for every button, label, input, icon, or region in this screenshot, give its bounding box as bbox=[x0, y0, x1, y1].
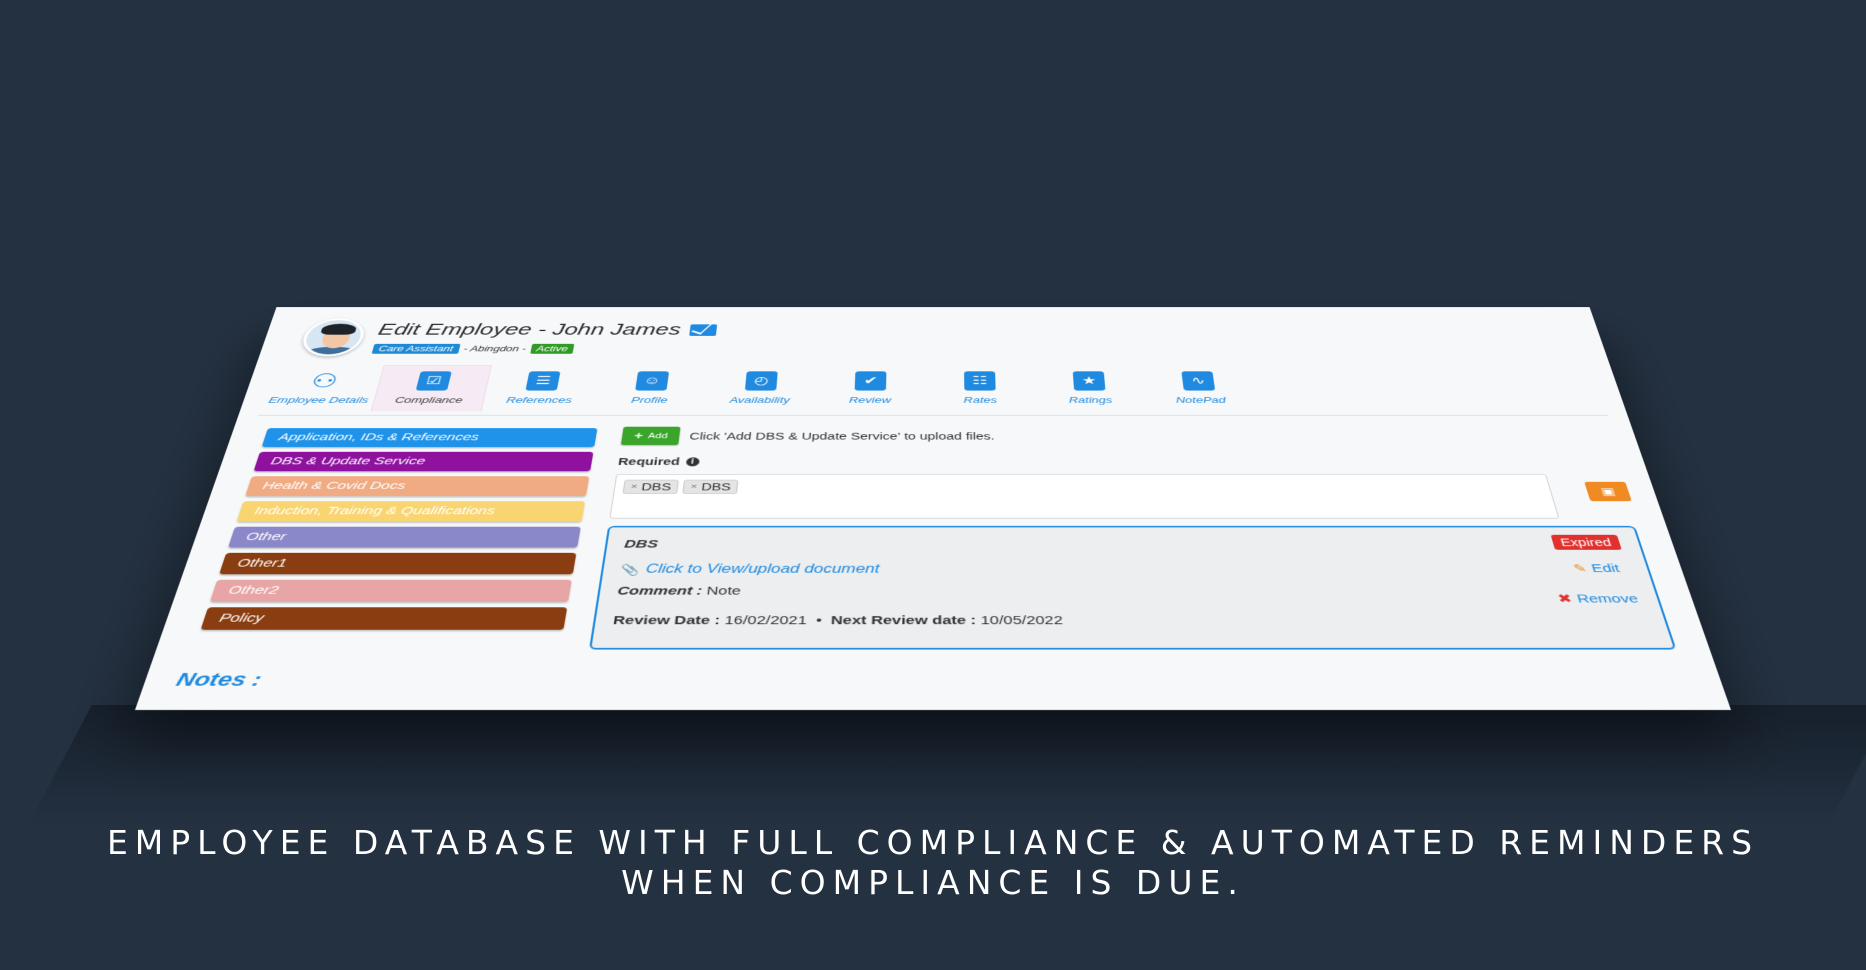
user-check-icon: ✔ bbox=[854, 371, 887, 391]
avatar-shirt bbox=[304, 346, 358, 357]
status-badge: Active bbox=[529, 343, 575, 354]
category-induction-training-qualifications[interactable]: Induction, Training & Qualifications bbox=[236, 501, 586, 522]
tag-chip[interactable]: × DBS bbox=[622, 479, 680, 494]
tag-label: DBS bbox=[640, 481, 672, 493]
envelope-icon[interactable] bbox=[689, 324, 718, 336]
profile-card-icon: ☺ bbox=[635, 371, 670, 391]
remove-link[interactable]: ✖ Remove bbox=[1556, 591, 1640, 606]
required-label-text: Required bbox=[617, 455, 681, 468]
view-upload-link-text: Click to View/upload document bbox=[644, 562, 880, 576]
tab-label: Profile bbox=[630, 395, 669, 405]
remove-link-text: Remove bbox=[1575, 591, 1640, 606]
role-badge: Care Assistant bbox=[371, 343, 461, 354]
calculator-icon: ☷ bbox=[964, 371, 996, 391]
expired-badge: Expired bbox=[1550, 534, 1622, 550]
person-info-icon: ⚇ bbox=[308, 370, 341, 392]
document-dates: Review Date : 16/02/2021 • Next Review d… bbox=[612, 614, 1649, 628]
tab-label: Employee Details bbox=[267, 395, 370, 405]
location-text: - Abingdon - bbox=[462, 344, 527, 353]
tab-review[interactable]: ✔ Review bbox=[814, 365, 925, 411]
category-dbs-update-service[interactable]: DBS & Update Service bbox=[253, 451, 594, 472]
employee-meta: Care Assistant - Abingdon - Active bbox=[371, 343, 716, 354]
notepad-icon: ∿ bbox=[1181, 371, 1216, 391]
compliance-panel: + Add Click 'Add DBS & Update Service' t… bbox=[588, 426, 1677, 650]
clock-icon: ◴ bbox=[744, 371, 778, 391]
tab-rates[interactable]: ☷ Rates bbox=[925, 365, 1036, 411]
tab-label: Rates bbox=[963, 395, 998, 405]
tab-ratings[interactable]: ★ Ratings bbox=[1034, 365, 1147, 411]
category-application-ids-references[interactable]: Application, IDs & References bbox=[261, 428, 598, 448]
required-label: Required i bbox=[617, 456, 1615, 467]
tab-label: Compliance bbox=[393, 395, 464, 405]
tab-profile[interactable]: ☺ Profile bbox=[592, 365, 708, 411]
tab-references[interactable]: ☰ References bbox=[481, 365, 600, 411]
title-block: Edit Employee - John James Care Assistan… bbox=[371, 321, 718, 354]
caption-line-1: EMPLOYEE DATABASE WITH FULL COMPLIANCE &… bbox=[106, 823, 1760, 862]
paperclip-icon: 📎 bbox=[619, 563, 641, 576]
tag-label: DBS bbox=[700, 481, 732, 493]
tab-label: Ratings bbox=[1068, 395, 1113, 405]
page-header: Edit Employee - John James Care Assistan… bbox=[296, 313, 719, 362]
review-date-value: 16/02/2021 bbox=[723, 613, 808, 628]
promo-caption: EMPLOYEE DATABASE WITH FULL COMPLIANCE &… bbox=[0, 823, 1866, 903]
avatar-hair bbox=[320, 323, 358, 335]
required-tags-input[interactable]: × DBS × DBS bbox=[609, 474, 1560, 519]
avatar[interactable] bbox=[297, 318, 369, 357]
tab-compliance[interactable]: ☑ Compliance bbox=[370, 365, 493, 412]
tab-label: Review bbox=[848, 395, 892, 405]
review-date-label: Review Date : bbox=[612, 613, 721, 628]
plus-icon: + bbox=[633, 430, 644, 442]
tab-availability[interactable]: ◴ Availability bbox=[703, 365, 817, 411]
tag-chip[interactable]: × DBS bbox=[682, 479, 739, 494]
app-screen: Edit Employee - John James Care Assistan… bbox=[135, 307, 1732, 710]
list-document-icon: ☰ bbox=[525, 371, 561, 391]
caption-line-2: WHEN COMPLIANCE IS DUE. bbox=[621, 863, 1245, 902]
page-title: Edit Employee - John James bbox=[376, 321, 718, 339]
tab-employee-details[interactable]: ⚇ Employee Details bbox=[260, 365, 384, 411]
notes-label: Notes : bbox=[173, 668, 265, 691]
tab-label: References bbox=[505, 395, 573, 405]
add-hint-text: Click 'Add DBS & Update Service' to uplo… bbox=[689, 430, 995, 442]
comment-label: Comment : bbox=[616, 584, 703, 598]
view-upload-link[interactable]: 📎 Click to View/upload document bbox=[620, 563, 1633, 577]
page-title-text: Edit Employee - John James bbox=[376, 321, 682, 339]
add-button[interactable]: + Add bbox=[620, 426, 681, 445]
tab-divider bbox=[258, 414, 1608, 417]
category-other1[interactable]: Other1 bbox=[219, 552, 577, 575]
category-health-covid-docs[interactable]: Health & Covid Docs bbox=[245, 476, 590, 497]
star-icon: ★ bbox=[1072, 371, 1106, 391]
save-button[interactable]: ▣ bbox=[1584, 481, 1632, 502]
pencil-icon: ✎ bbox=[1571, 562, 1589, 575]
next-review-date-label: Next Review date : bbox=[830, 613, 977, 628]
tab-bar: ⚇ Employee Details ☑ Compliance ☰ Refere… bbox=[260, 365, 1258, 412]
info-icon[interactable]: i bbox=[685, 457, 700, 467]
comment-value: Note bbox=[705, 584, 742, 598]
tab-notepad[interactable]: ∿ NotePad bbox=[1142, 365, 1258, 411]
document-comment: Comment : Note bbox=[617, 584, 1640, 597]
next-review-date-value: 10/05/2022 bbox=[980, 613, 1064, 628]
add-row: + Add Click 'Add DBS & Update Service' t… bbox=[620, 426, 1608, 445]
edit-link-text: Edit bbox=[1589, 562, 1622, 576]
category-other[interactable]: Other bbox=[228, 526, 581, 548]
date-separator: • bbox=[815, 613, 823, 628]
compliance-category-list: Application, IDs & References DBS & Upda… bbox=[199, 428, 598, 635]
category-policy[interactable]: Policy bbox=[200, 607, 568, 630]
document-card: DBS 📎 Click to View/upload document Comm… bbox=[588, 525, 1677, 650]
remove-tag-icon[interactable]: × bbox=[630, 483, 638, 492]
clipboard-check-icon: ☑ bbox=[415, 371, 452, 391]
edit-link[interactable]: ✎ Edit bbox=[1572, 562, 1622, 575]
floppy-disk-icon: ▣ bbox=[1599, 485, 1617, 497]
add-button-label: Add bbox=[647, 431, 669, 440]
tab-label: Availability bbox=[729, 395, 791, 405]
tab-label: NotePad bbox=[1175, 395, 1227, 405]
category-other2[interactable]: Other2 bbox=[209, 579, 572, 602]
document-title: DBS bbox=[623, 537, 659, 551]
cross-icon: ✖ bbox=[1556, 592, 1574, 606]
remove-tag-icon[interactable]: × bbox=[690, 483, 698, 492]
